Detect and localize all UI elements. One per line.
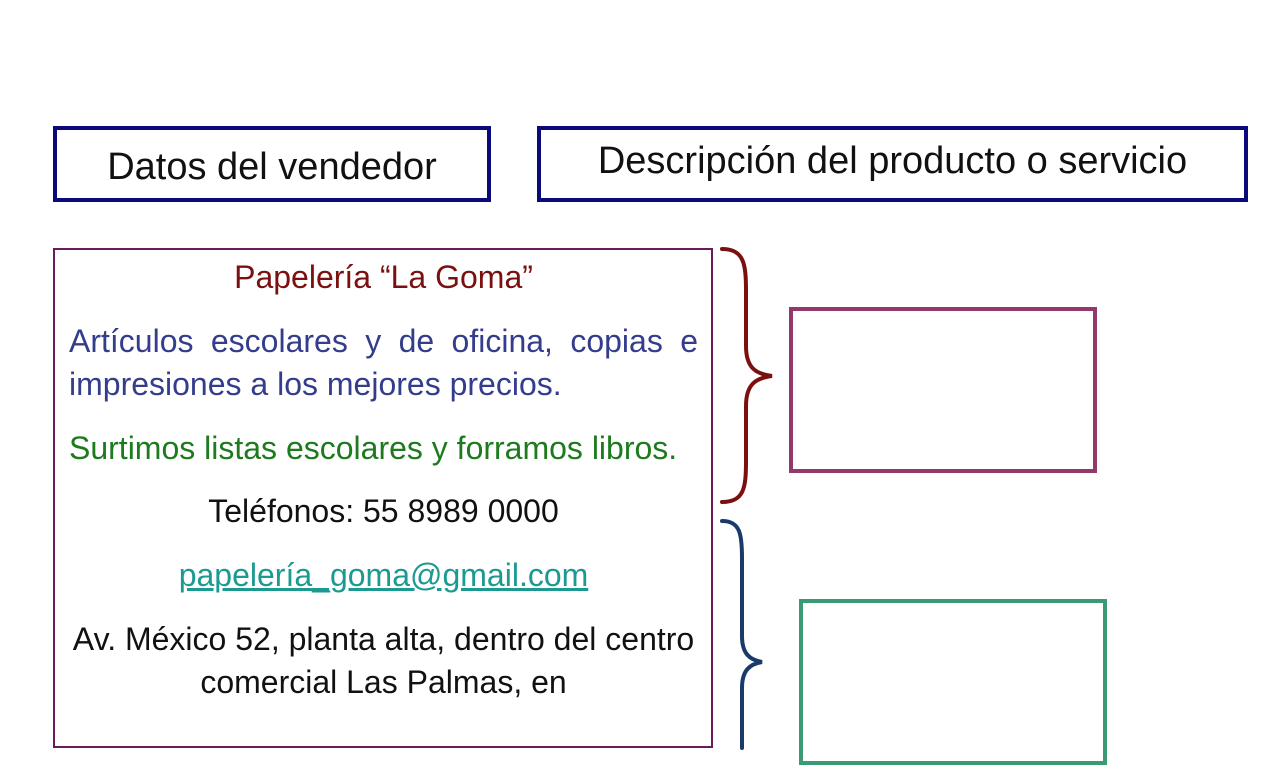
brace-bottom bbox=[720, 519, 763, 750]
products-text: Artículos escolares y de oficina, copias… bbox=[69, 323, 698, 402]
answer-box-1[interactable] bbox=[789, 307, 1097, 473]
services-text: Surtimos listas escolares y forramos lib… bbox=[69, 430, 678, 466]
phone-numbers: Teléfonos: 55 8989 0000 bbox=[208, 493, 559, 529]
address-text: Av. México 52, planta alta, dentro del c… bbox=[72, 621, 695, 700]
advertisement-card: Papelería “La Goma” Artículos escolares … bbox=[53, 248, 713, 748]
shop-name: Papelería “La Goma” bbox=[234, 259, 533, 295]
brace-top bbox=[720, 247, 773, 504]
email-link[interactable]: papelería_goma@gmail.com bbox=[179, 557, 589, 593]
product-description-header: Descripción del producto o servicio bbox=[537, 126, 1248, 202]
answer-box-2[interactable] bbox=[799, 599, 1107, 765]
seller-data-header: Datos del vendedor bbox=[53, 126, 491, 202]
